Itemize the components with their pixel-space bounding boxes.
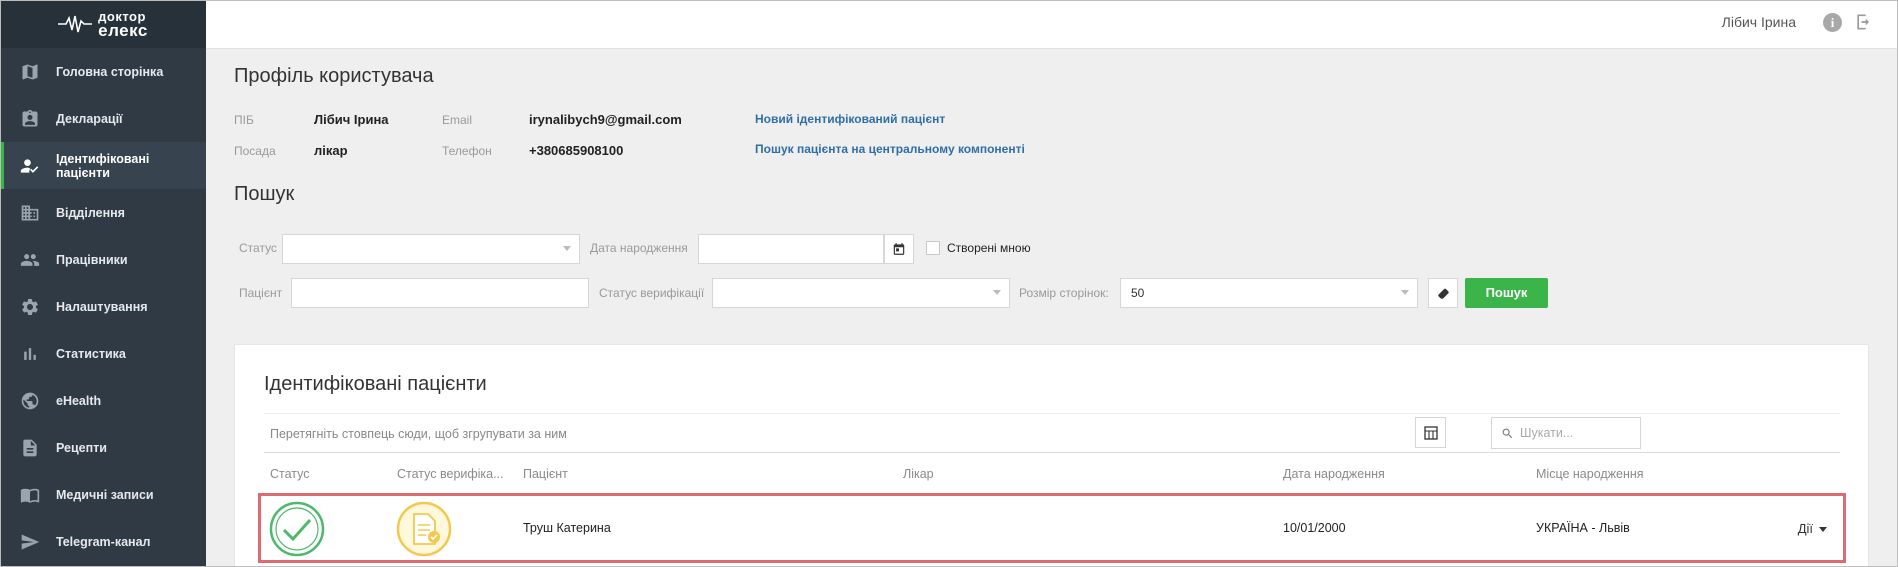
search-title: Пошук xyxy=(234,183,295,205)
position-label: Посада xyxy=(234,144,276,158)
profile-title: Профіль користувача xyxy=(234,65,434,87)
send-icon xyxy=(21,534,40,549)
user-check-icon xyxy=(20,158,39,173)
chevron-down-icon xyxy=(993,290,1001,295)
logo-wave-icon xyxy=(58,15,93,33)
created-by-me-checkbox[interactable] xyxy=(926,241,940,255)
sidebar-item-prescriptions[interactable]: Рецепти xyxy=(0,424,206,471)
group-panel[interactable]: Перетягніть стовпець сюди, щоб згрупуват… xyxy=(264,413,1840,453)
verification-status-select[interactable] xyxy=(712,278,1010,308)
verification-status-label: Статус верифікації xyxy=(599,286,705,300)
birth-place-cell: УКРАЇНА - Львів xyxy=(1536,521,1630,535)
bar-chart-icon xyxy=(24,347,36,360)
page-size-label: Розмір сторінок: xyxy=(1019,286,1109,300)
sidebar-item-label: Статистика xyxy=(56,346,126,361)
column-chooser-button[interactable] xyxy=(1415,417,1446,448)
people-icon xyxy=(20,253,40,266)
birth-date-input[interactable] xyxy=(698,234,884,264)
status-filter-label: Статус xyxy=(239,241,277,255)
search-icon xyxy=(1502,428,1513,439)
document-icon xyxy=(23,439,37,456)
eraser-icon xyxy=(1437,288,1449,299)
patient-filter-label: Пацієнт xyxy=(239,286,283,300)
column-header-doctor[interactable]: Лікар xyxy=(903,467,934,481)
birth-date-label: Дата народження xyxy=(590,241,688,255)
sidebar-item-label: Декларації xyxy=(56,111,123,126)
identified-patients-panel: Ідентифіковані пацієнти Перетягніть стов… xyxy=(234,344,1869,567)
sidebar-item-label: Головна сторінка xyxy=(56,64,164,79)
column-header-birth-place[interactable]: Місце народження xyxy=(1536,467,1644,481)
pib-value: Лібич Ірина xyxy=(314,112,389,127)
sidebar-item-label: Telegram-канал xyxy=(56,534,151,549)
sidebar-item-ehealth[interactable]: eHealth xyxy=(0,377,206,424)
email-label: Email xyxy=(442,113,473,127)
sidebar-item-employees[interactable]: Працівники xyxy=(0,236,206,283)
new-identified-patient-link[interactable]: Новий ідентифікований пацієнт xyxy=(755,112,945,126)
logo-text: доктор елекс xyxy=(98,8,148,40)
patient-cell: Труш Катерина xyxy=(523,521,611,535)
column-header-patient[interactable]: Пацієнт xyxy=(523,467,568,481)
sidebar-item-label: Ідентифіковані пацієнти xyxy=(56,151,150,180)
sidebar-item-label: eHealth xyxy=(56,393,102,408)
sidebar-item-telegram[interactable]: Telegram-канал xyxy=(0,518,206,565)
column-header-status[interactable]: Статус xyxy=(270,467,310,481)
building-icon xyxy=(21,205,39,220)
sidebar-item-label: Налаштування xyxy=(56,299,148,314)
chevron-down-icon xyxy=(1401,290,1409,295)
logo[interactable]: доктор елекс xyxy=(0,0,206,48)
clear-filters-button[interactable] xyxy=(1428,278,1458,308)
sidebar-item-label: Відділення xyxy=(56,205,125,220)
sidebar-item-medical-records[interactable]: Медичні записи xyxy=(0,471,206,518)
group-hint: Перетягніть стовпець сюди, щоб згрупуват… xyxy=(270,427,567,441)
table-row[interactable]: Труш Катерина 10/01/2000 УКРАЇНА - Львів… xyxy=(258,493,1846,563)
top-bar: Лібич Ірина i xyxy=(206,0,1898,49)
sidebar-item-label: Медичні записи xyxy=(56,487,154,502)
position-value: лікар xyxy=(314,143,348,158)
phone-value: +380685908100 xyxy=(529,143,624,158)
status-select[interactable] xyxy=(282,234,580,264)
pib-label: ПІБ xyxy=(234,113,254,127)
current-user-name[interactable]: Лібич Ірина xyxy=(1722,14,1796,30)
globe-icon xyxy=(21,392,39,409)
clipboard-user-icon xyxy=(22,109,38,126)
birth-date-cell: 10/01/2000 xyxy=(1283,521,1346,535)
sidebar-item-declarations[interactable]: Декларації xyxy=(0,95,206,142)
grid-title: Ідентифіковані пацієнти xyxy=(264,373,487,395)
info-icon[interactable]: i xyxy=(1823,13,1842,32)
calendar-button[interactable] xyxy=(884,234,914,264)
sidebar-item-label: Рецепти xyxy=(56,440,107,455)
check-circle-icon xyxy=(269,501,325,557)
sidebar: доктор елекс Головна сторінка Декларації… xyxy=(0,0,206,567)
book-icon xyxy=(20,488,40,503)
search-button[interactable]: Пошук xyxy=(1465,278,1548,308)
row-actions-dropdown[interactable]: Дії xyxy=(1798,521,1827,536)
gear-icon xyxy=(22,298,38,315)
page-size-select[interactable]: 50 xyxy=(1120,278,1418,308)
created-by-me-label[interactable]: Створені мною xyxy=(947,241,1031,255)
calendar-icon xyxy=(893,243,905,255)
phone-label: Телефон xyxy=(442,144,492,158)
sidebar-item-departments[interactable]: Відділення xyxy=(0,189,206,236)
sidebar-item-label: Працівники xyxy=(56,252,128,267)
central-component-search-link[interactable]: Пошук пацієнта на центральному компонент… xyxy=(755,142,1025,156)
chevron-down-icon xyxy=(563,246,571,251)
column-header-verification[interactable]: Статус верифіка... xyxy=(397,467,504,481)
map-icon xyxy=(22,64,38,79)
patient-input[interactable] xyxy=(291,278,589,308)
grid-search-input[interactable]: Шукати... xyxy=(1491,417,1641,449)
sidebar-item-settings[interactable]: Налаштування xyxy=(0,283,206,330)
column-chooser-icon xyxy=(1423,425,1438,440)
sidebar-item-statistics[interactable]: Статистика xyxy=(0,330,206,377)
logout-icon[interactable] xyxy=(1854,12,1874,32)
email-value: irynalibych9@gmail.com xyxy=(529,112,682,127)
sidebar-item-identified-patients[interactable]: Ідентифіковані пацієнти xyxy=(0,142,206,189)
column-header-birth-date[interactable]: Дата народження xyxy=(1283,467,1385,481)
sidebar-item-home[interactable]: Головна сторінка xyxy=(0,48,206,95)
verified-document-icon xyxy=(396,501,452,557)
